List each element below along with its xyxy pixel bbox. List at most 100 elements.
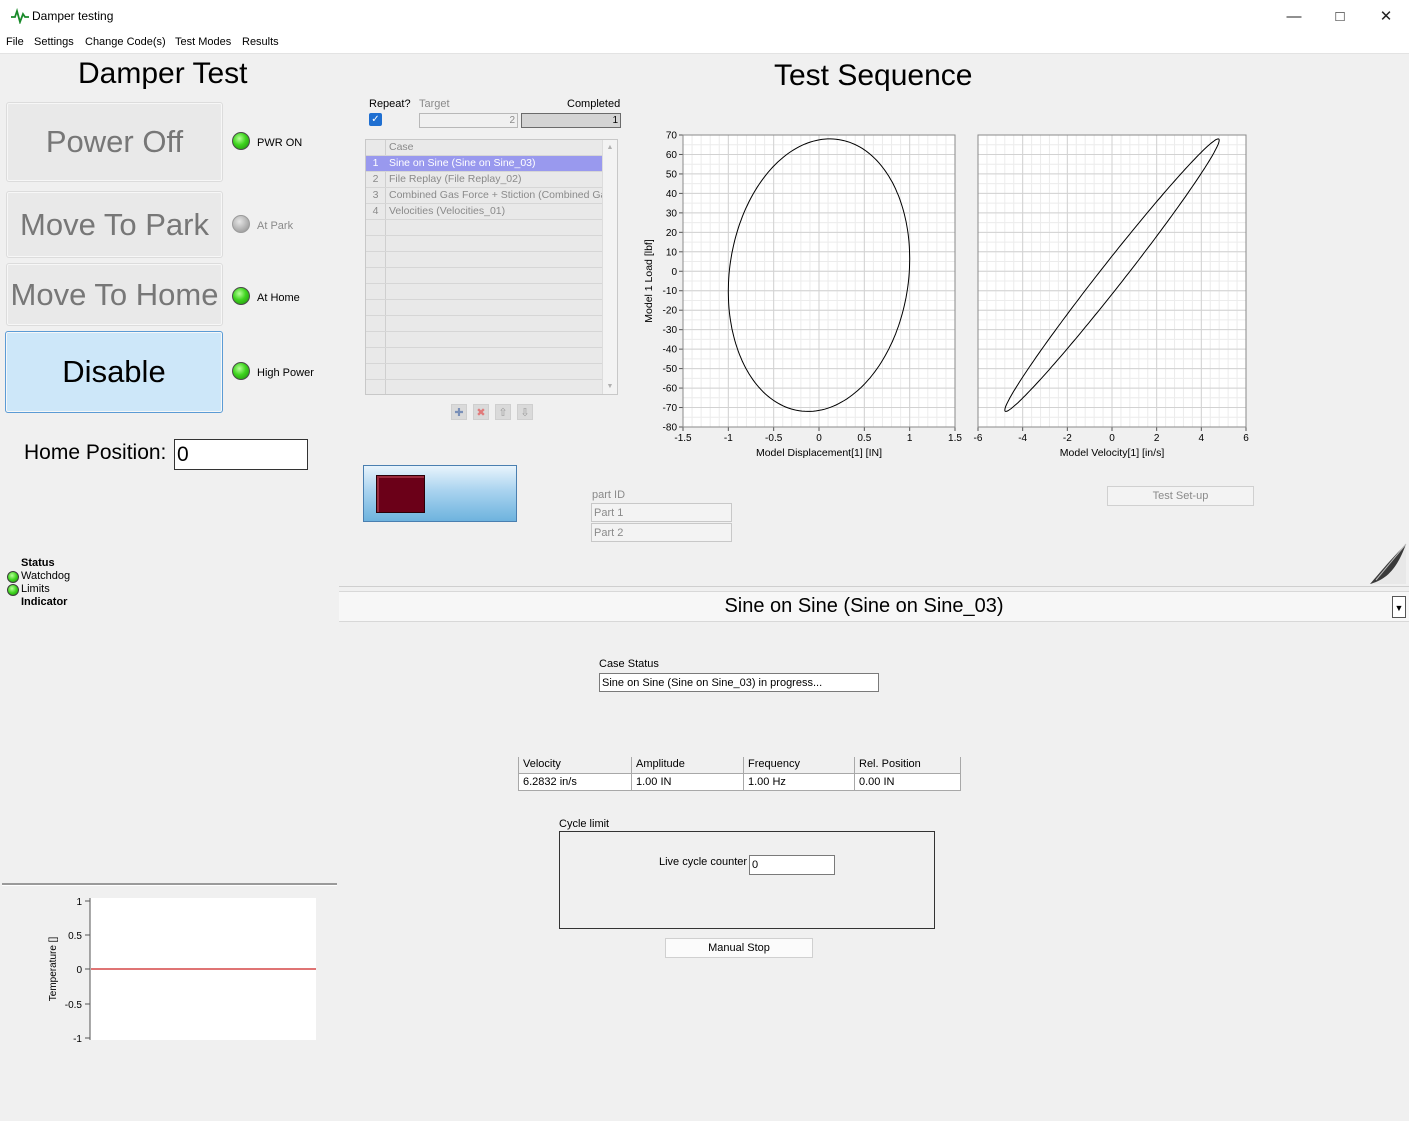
at-park-led: [232, 215, 250, 233]
disable-button[interactable]: Disable: [5, 331, 223, 413]
manual-stop-button[interactable]: Manual Stop: [665, 938, 813, 958]
x-tick-label: -1: [724, 433, 733, 444]
page-curl-icon: [1370, 543, 1407, 584]
y-tick-label: -70: [663, 403, 678, 414]
indicator-label: Indicator: [21, 596, 68, 608]
power-off-button[interactable]: Power Off: [6, 102, 223, 182]
test-setup-button[interactable]: Test Set-up: [1107, 486, 1254, 506]
x-axis-label: Model Velocity[1] [in/s]: [1060, 447, 1165, 459]
temperature-ylabel: Temperature []: [48, 937, 59, 1002]
x-tick-label: 1: [907, 433, 913, 444]
target-label: Target: [419, 98, 450, 110]
y-tick-label: -80: [663, 423, 678, 434]
amplitude-column: Amplitude 1.00 IN: [631, 757, 743, 790]
current-case-dropdown[interactable]: Sine on Sine (Sine on Sine_03) ▼: [339, 591, 1409, 622]
case-row[interactable]: 2 File Replay (File Replay_02): [366, 172, 603, 188]
section-divider: [339, 586, 1409, 587]
menu-bar: File Settings Change Code(s) Test Modes …: [0, 32, 1409, 54]
delete-case-icon[interactable]: ✖: [473, 404, 489, 420]
velocity-column: Velocity 6.2832 in/s: [518, 757, 631, 790]
case-list-header: Case: [366, 140, 603, 156]
move-to-park-button[interactable]: Move To Park: [6, 191, 223, 258]
x-tick-label: -6: [974, 433, 983, 444]
move-down-icon[interactable]: ⇩: [517, 404, 533, 420]
current-case-value: Sine on Sine (Sine on Sine_03): [724, 595, 1004, 617]
y-tick-label: 40: [666, 189, 678, 200]
frequency-column: Frequency 1.00 Hz: [743, 757, 854, 790]
live-cycle-counter-field: [749, 855, 835, 875]
menu-results[interactable]: Results: [242, 36, 279, 48]
x-tick-label: -2: [1063, 433, 1072, 444]
close-icon[interactable]: ✕: [1363, 0, 1409, 32]
parameter-table: Velocity 6.2832 in/s Amplitude 1.00 IN Fre…: [518, 757, 961, 791]
menu-test-modes[interactable]: Test Modes: [175, 36, 231, 48]
case-list[interactable]: Case 1 Sine on Sine (Sine on Sine_03) 2 Fi…: [365, 139, 618, 395]
x-tick-label: 2: [1154, 433, 1160, 444]
y-tick-label: 30: [666, 208, 678, 219]
y-tick-label: -30: [663, 325, 678, 336]
add-case-icon[interactable]: ✚: [451, 404, 467, 420]
temperature-chart: 1 0.5 0 -0.5 -1 Temperature []: [48, 897, 316, 1045]
y-tick-label: -20: [663, 306, 678, 317]
x-tick-label: 4: [1199, 433, 1205, 444]
home-position-input[interactable]: [174, 439, 308, 470]
live-cycle-counter-label: Live cycle counter: [659, 856, 748, 868]
empty-row: [366, 316, 603, 332]
test-sequence-title: Test Sequence: [774, 59, 973, 92]
velocity-value: 6.2832 in/s: [519, 773, 631, 790]
cycle-limit-box: Live cycle counter: [559, 831, 935, 929]
case-list-scrollbar[interactable]: ▲ ▼: [602, 140, 617, 394]
part-2-input[interactable]: [591, 523, 732, 542]
empty-row: [366, 284, 603, 300]
chevron-down-icon[interactable]: ▼: [1392, 596, 1406, 618]
menu-file[interactable]: File: [6, 36, 24, 48]
empty-row: [366, 236, 603, 252]
scroll-down-icon[interactable]: ▼: [603, 380, 617, 393]
y-tick-label: 50: [666, 169, 678, 180]
stop-button[interactable]: [363, 465, 517, 522]
case-status-field: [599, 673, 879, 692]
x-tick-label: -1.5: [674, 433, 692, 444]
damper-test-title: Damper Test: [78, 57, 248, 90]
temp-ytick: -0.5: [65, 1000, 83, 1011]
frequency-value: 1.00 Hz: [744, 773, 854, 790]
empty-row: [366, 220, 603, 236]
target-input[interactable]: [419, 113, 518, 128]
scroll-up-icon[interactable]: ▲: [603, 141, 617, 154]
rel-position-value: 0.00 IN: [855, 773, 960, 790]
at-park-label: At Park: [257, 220, 294, 232]
case-row[interactable]: 3 Combined Gas Force + Stiction (Combined…: [366, 188, 603, 204]
menu-change-codes[interactable]: Change Code(s): [85, 36, 166, 48]
high-power-led: [232, 362, 250, 380]
window-title: Damper testing: [32, 9, 114, 23]
empty-row: [366, 332, 603, 348]
amplitude-header: Amplitude: [636, 758, 685, 770]
repeat-label: Repeat?: [369, 98, 411, 110]
app-waveform-icon: [11, 8, 29, 24]
minimize-icon[interactable]: —: [1271, 0, 1317, 32]
empty-row: [366, 364, 603, 380]
temp-ytick: 0.5: [68, 931, 82, 942]
watchdog-label: Watchdog: [21, 570, 71, 582]
x-tick-label: -4: [1018, 433, 1027, 444]
status-heading: Status: [21, 557, 55, 569]
maximize-icon[interactable]: □: [1317, 0, 1363, 32]
part-1-input[interactable]: [591, 503, 732, 522]
x-tick-label: 1.5: [948, 433, 962, 444]
move-up-icon[interactable]: ⇧: [495, 404, 511, 420]
temp-ytick: 1: [76, 897, 82, 908]
move-to-home-button[interactable]: Move To Home: [6, 263, 223, 326]
response-charts: -1.5 -1 -0.5 0 0.5 1 1.5706050403020100-10-20-…: [643, 131, 1249, 460]
case-row[interactable]: 1 Sine on Sine (Sine on Sine_03): [366, 156, 603, 172]
temperature-ticks: 1 0.5 0 -0.5 -1: [65, 897, 90, 1045]
stop-indicator: [376, 475, 425, 513]
completed-indicator: [521, 113, 621, 128]
repeat-checkbox[interactable]: ✓: [369, 113, 382, 126]
at-home-label: At Home: [257, 292, 300, 304]
high-power-label: High Power: [257, 367, 314, 379]
case-row[interactable]: 4 Velocities (Velocities_01): [366, 204, 603, 220]
y-tick-label: -40: [663, 345, 678, 356]
x-tick-label: 0: [1109, 433, 1115, 444]
empty-row: [366, 348, 603, 364]
menu-settings[interactable]: Settings: [34, 36, 74, 48]
